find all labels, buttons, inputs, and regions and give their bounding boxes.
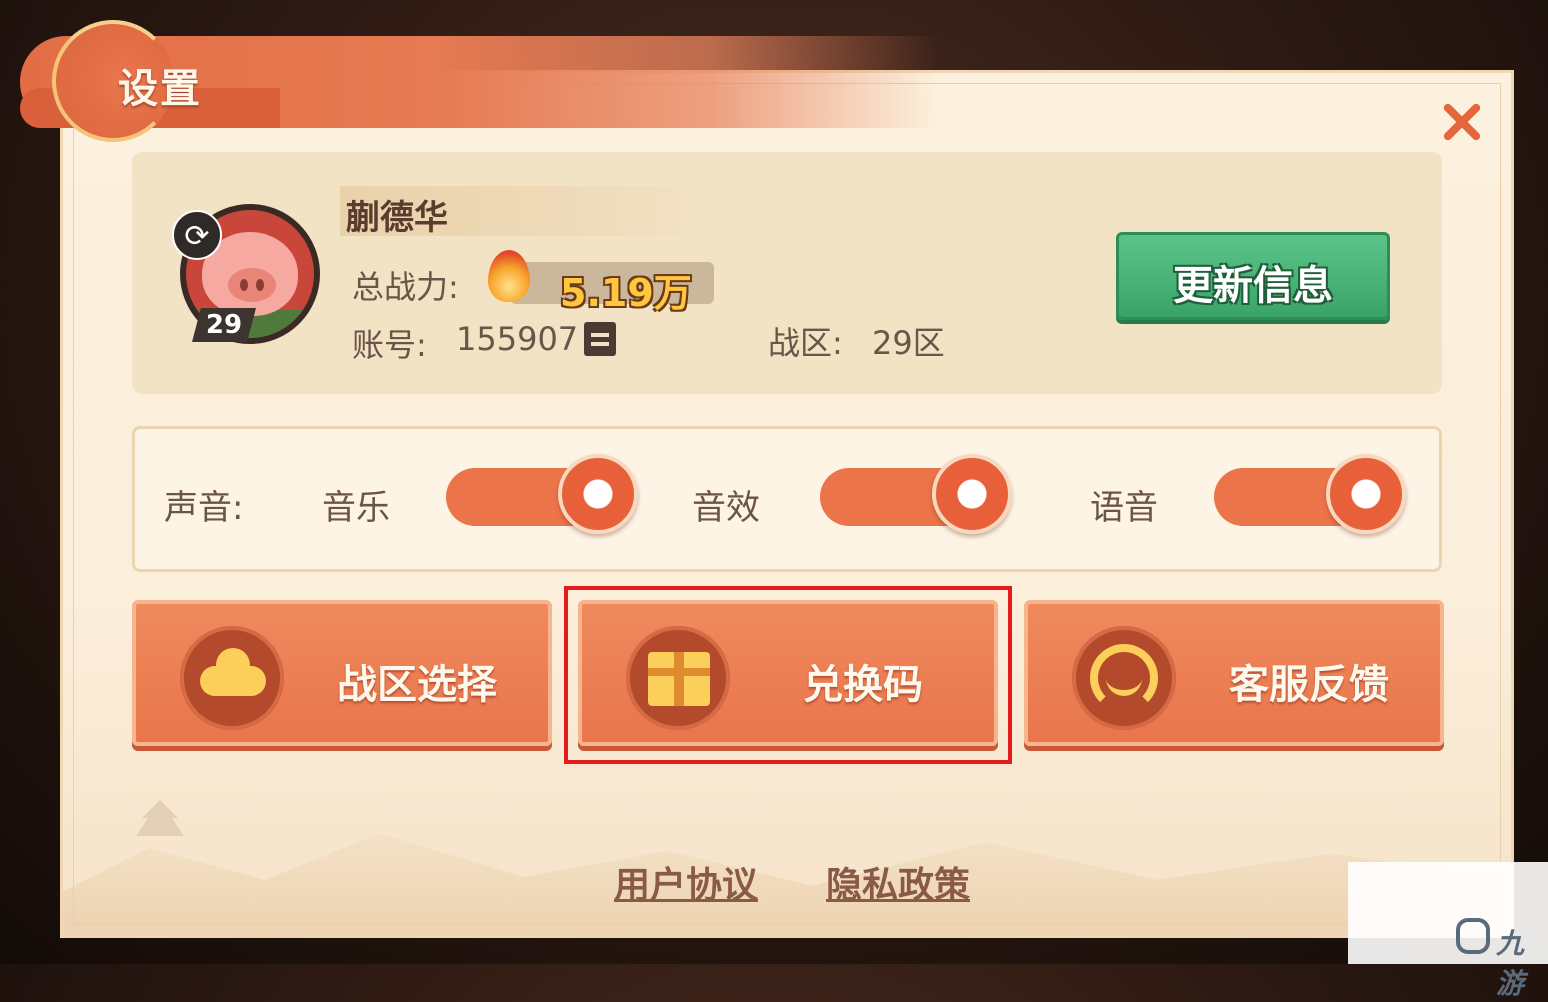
redeem-code-label: 兑换码 [803, 662, 923, 708]
copy-icon[interactable] [584, 322, 616, 356]
redeem-code-button[interactable]: 兑换码 [578, 600, 998, 746]
effects-label: 音效 [692, 488, 760, 528]
zone-select-label: 战区选择 [337, 662, 497, 708]
effects-toggle[interactable] [820, 454, 1012, 534]
music-label: 音乐 [322, 488, 390, 528]
account-value: 155907 [456, 320, 579, 358]
music-toggle-knob [558, 454, 638, 534]
dialog-title: 设置 [118, 66, 202, 112]
gift-shape [648, 652, 710, 706]
voice-toggle[interactable] [1214, 454, 1406, 534]
account-label: 账号: [352, 326, 427, 364]
zone-value: 29区 [872, 324, 945, 362]
zone-label: 战区: [768, 324, 843, 362]
close-button[interactable] [1436, 96, 1488, 148]
level-badge: 29 [192, 308, 256, 342]
pig-snout-icon [228, 268, 276, 302]
user-agreement-link[interactable]: 用户协议 [614, 856, 758, 908]
cloud-icon [180, 626, 284, 730]
update-info-label: 更新信息 [1173, 263, 1333, 309]
customer-service-label: 客服反馈 [1229, 662, 1389, 708]
voice-toggle-knob [1326, 454, 1406, 534]
effects-toggle-knob [932, 454, 1012, 534]
privacy-policy-link[interactable]: 隐私政策 [826, 856, 970, 908]
zone-select-button[interactable]: 战区选择 [132, 600, 552, 746]
cloud-shape [200, 648, 266, 696]
headset-icon [1072, 626, 1176, 730]
customer-service-button[interactable]: 客服反馈 [1024, 600, 1444, 746]
gift-icon [626, 626, 730, 730]
sound-label: 声音: [164, 488, 244, 528]
watermark-text: 九游 [1496, 927, 1525, 1000]
power-value: 5.19万 [560, 271, 692, 315]
player-name: 蒯德华 [346, 198, 448, 238]
refresh-avatar-icon[interactable]: ⟳ [172, 210, 222, 260]
power-label: 总战力: [352, 268, 459, 306]
update-info-button[interactable]: 更新信息 [1116, 232, 1390, 320]
music-toggle[interactable] [446, 454, 638, 534]
watermark-logo-icon [1456, 918, 1490, 954]
voice-label: 语音 [1090, 488, 1158, 528]
